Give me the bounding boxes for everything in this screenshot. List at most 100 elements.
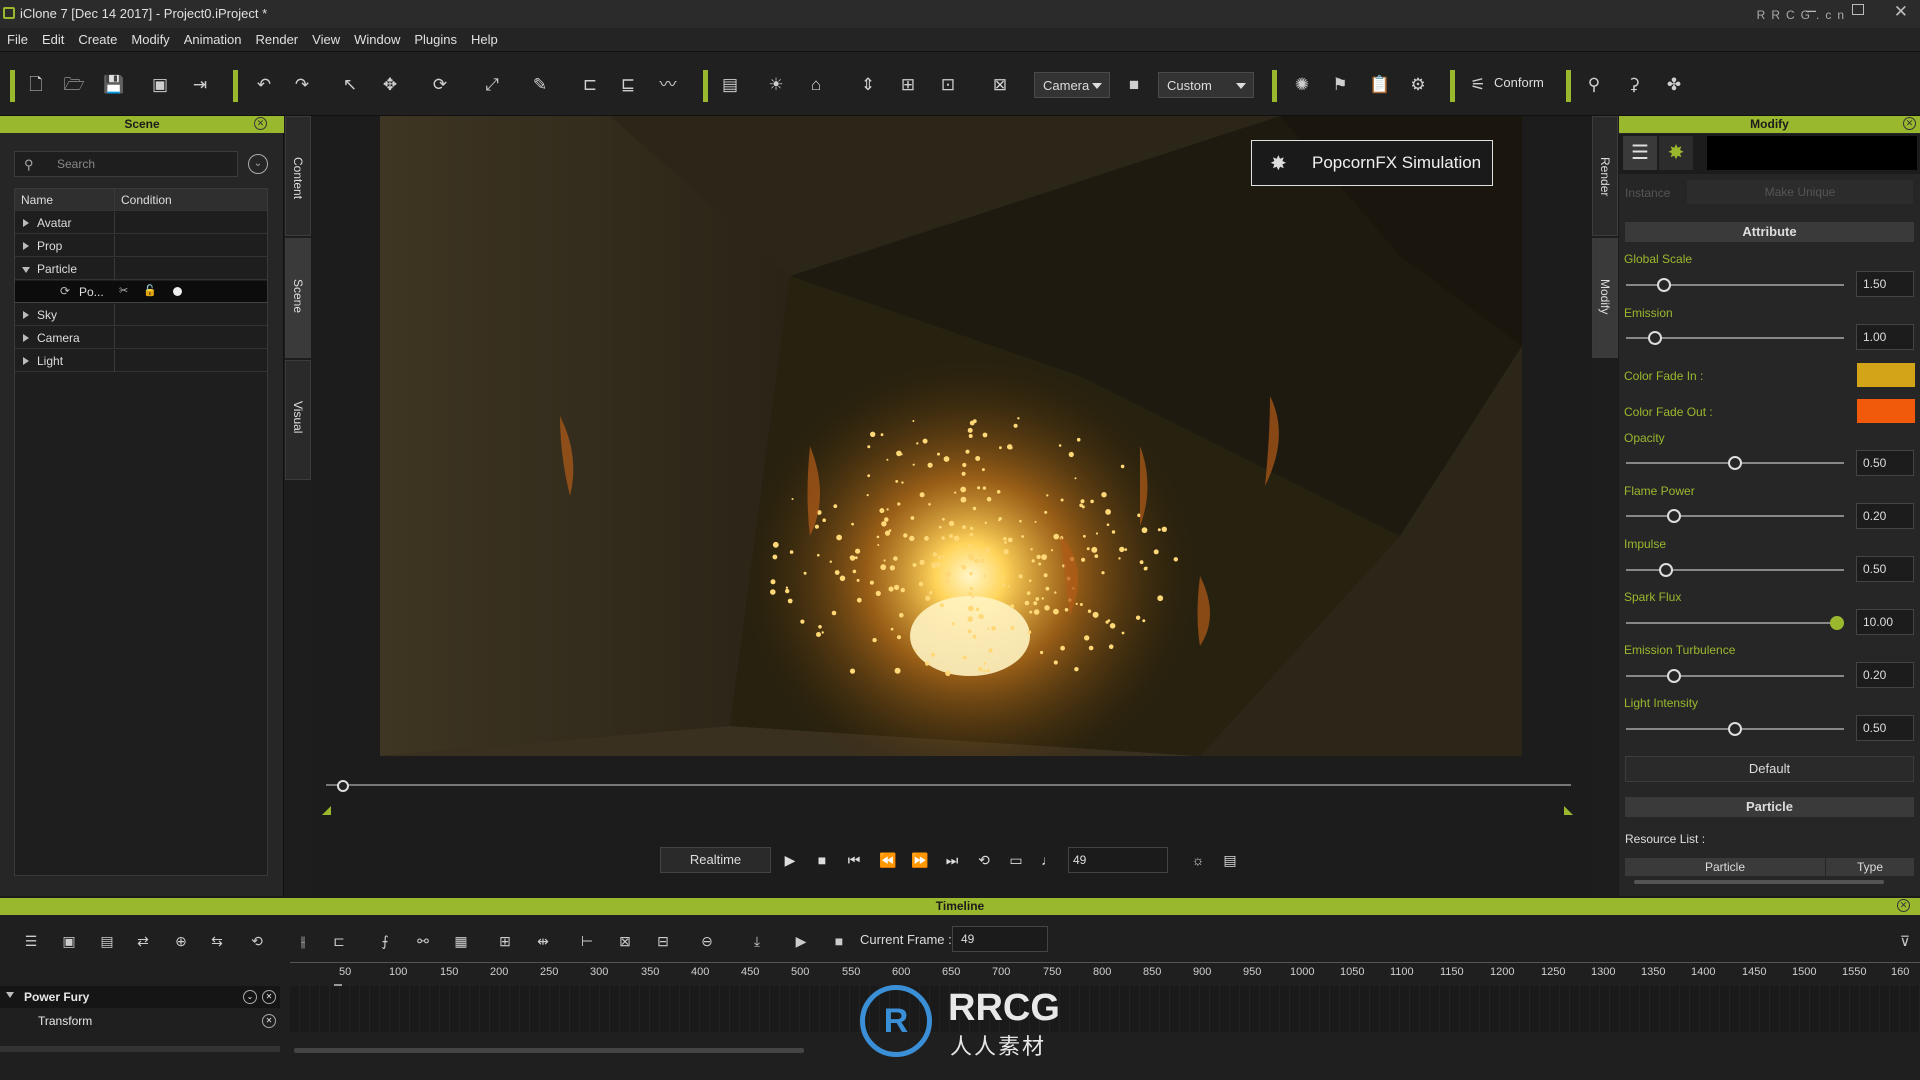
menu-edit[interactable]: Edit [35, 28, 71, 47]
play-icon[interactable]: ▶ [778, 848, 802, 872]
new-file-icon[interactable]: 🗋 [24, 73, 48, 97]
scrub-handle[interactable] [337, 780, 349, 792]
visibility-icon[interactable]: ✂ [119, 284, 128, 297]
export-icon[interactable]: ⇥ [188, 73, 212, 97]
track-transform[interactable]: Transform ✕ [0, 1010, 280, 1032]
zoom-out-icon[interactable]: ⊖ [696, 930, 718, 952]
column-name[interactable]: Name [15, 189, 115, 211]
last-frame-icon[interactable]: ⏭ [940, 848, 964, 872]
menu-help[interactable]: Help [464, 28, 505, 47]
delete-icon[interactable]: ⊠ [614, 930, 636, 952]
audio-icon[interactable]: ♩ [1036, 848, 1060, 872]
menu-window[interactable]: Window [347, 28, 407, 47]
prev-frame-icon[interactable]: ⏪ [876, 848, 900, 872]
emission-value[interactable]: 1.00 [1856, 324, 1914, 350]
maximize-icon[interactable] [1852, 4, 1864, 15]
spark-flux-slider[interactable] [1626, 616, 1844, 630]
track-options-icon[interactable]: ⌄ [243, 990, 257, 1004]
global-scale-slider[interactable] [1626, 278, 1844, 292]
tree-item-popcorn[interactable]: Po... ⟳ ✂ 🔓 [15, 281, 267, 303]
filter-dropdown-icon[interactable]: ⌄ [248, 154, 268, 174]
bone-icon[interactable]: ⚲ [1582, 73, 1606, 97]
open-folder-icon[interactable]: 🗁 [62, 73, 86, 97]
undo-icon[interactable]: ↶ [252, 73, 276, 97]
clip-icon[interactable]: ⊞ [494, 930, 516, 952]
conform-icon[interactable]: ⚟ [1466, 73, 1490, 97]
menu-modify[interactable]: Modify [124, 28, 176, 47]
conform-button[interactable]: Conform [1494, 75, 1544, 90]
slider-knob[interactable] [1728, 722, 1742, 736]
zoom-extents-icon[interactable]: ⊠ [988, 73, 1012, 97]
timeline-options-icon[interactable]: ⊽ [1894, 930, 1916, 952]
popcornfx-tab-icon[interactable]: ✸ [1659, 136, 1693, 170]
opacity-slider[interactable] [1626, 456, 1844, 470]
camera-select[interactable]: Camera [1034, 72, 1110, 98]
character-icon[interactable]: ⚳ [1622, 73, 1646, 97]
playback-mode-select[interactable]: Realtime [660, 847, 771, 873]
color-fade-out-swatch[interactable] [1857, 399, 1915, 423]
menu-file[interactable]: File [0, 28, 35, 47]
fit-icon[interactable]: ⇕ [856, 73, 880, 97]
tree-item-avatar[interactable]: Avatar [15, 212, 267, 234]
loop-icon[interactable]: ⟲ [246, 930, 268, 952]
resource-column-type[interactable]: Type [1826, 858, 1914, 876]
tree-item-camera[interactable]: Camera [15, 327, 267, 349]
slider-knob[interactable] [1666, 509, 1681, 523]
home-icon[interactable]: ⌂ [804, 73, 828, 97]
emission-turbulence-slider[interactable] [1626, 669, 1844, 683]
menu-plugins[interactable]: Plugins [407, 28, 464, 47]
video-camera-icon[interactable]: ■ [1122, 73, 1146, 97]
menu-render[interactable]: Render [249, 28, 306, 47]
curve-icon[interactable]: ⨍ [374, 930, 396, 952]
emission-turbulence-value[interactable]: 0.20 [1856, 662, 1914, 688]
default-button[interactable]: Default [1625, 756, 1914, 782]
opacity-value[interactable]: 0.50 [1856, 450, 1914, 476]
grid-icon[interactable]: ⊞ [896, 73, 920, 97]
split-icon[interactable]: ⫲ [292, 930, 314, 952]
tab-scene[interactable]: Scene [285, 238, 311, 358]
key-icon[interactable]: ▣ [58, 930, 80, 952]
close-panel-icon[interactable]: ✕ [1897, 899, 1910, 912]
tree-item-sky[interactable]: Sky [15, 304, 267, 326]
menu-view[interactable]: View [305, 28, 347, 47]
insert-icon[interactable]: ⊢ [576, 930, 598, 952]
timeline-scrub-track[interactable] [326, 784, 1571, 786]
stop-icon[interactable]: ■ [810, 848, 834, 872]
spark-flux-value[interactable]: 10.00 [1856, 609, 1914, 635]
impulse-slider[interactable] [1626, 563, 1844, 577]
color-fade-in-swatch[interactable] [1857, 363, 1915, 387]
physics-icon[interactable]: ✺ [1290, 73, 1314, 97]
light-intensity-slider[interactable] [1626, 722, 1844, 736]
slider-knob[interactable] [1658, 563, 1673, 577]
swap-icon[interactable]: ⇄ [132, 930, 154, 952]
timeline-stop-icon[interactable]: ■ [828, 930, 850, 952]
morph-icon[interactable]: ✤ [1662, 73, 1686, 97]
view-select[interactable]: Custom [1158, 72, 1254, 98]
attribute-section-header[interactable]: Attribute [1625, 222, 1914, 242]
emission-slider[interactable] [1626, 331, 1844, 345]
track-close-icon[interactable]: ✕ [262, 990, 276, 1004]
timeline-play-icon[interactable]: ▶ [790, 930, 812, 952]
tab-render[interactable]: Render [1592, 116, 1618, 236]
particle-section-header[interactable]: Particle [1625, 797, 1914, 817]
slider-knob[interactable] [1666, 669, 1681, 683]
align-icon[interactable]: ⊏ [578, 73, 602, 97]
window-layout-icon[interactable]: ▤ [718, 73, 742, 97]
tree-item-particle[interactable]: Particle [15, 258, 267, 280]
settings-sliders-icon[interactable]: ☰ [1623, 136, 1657, 170]
frame-input[interactable]: 49 [1068, 847, 1168, 873]
resource-column-particle[interactable]: Particle [1625, 858, 1825, 876]
move-icon[interactable]: ✥ [378, 73, 402, 97]
tab-content[interactable]: Content [285, 116, 311, 236]
tree-item-prop[interactable]: Prop [15, 235, 267, 257]
column-condition[interactable]: Condition [121, 193, 172, 207]
collapse-arrow-icon[interactable] [6, 992, 14, 998]
fullscreen-icon[interactable]: ▤ [1218, 848, 1242, 872]
range-start-marker[interactable] [322, 806, 331, 815]
fit-timeline-icon[interactable]: ⤓ [746, 930, 768, 952]
scale-icon[interactable]: ⤢ [480, 73, 504, 97]
next-frame-icon[interactable]: ⏩ [908, 848, 932, 872]
close-panel-icon[interactable]: ✕ [1903, 117, 1916, 130]
close-window-icon[interactable]: ✕ [1894, 2, 1908, 22]
path-icon[interactable]: 〰 [656, 73, 680, 97]
